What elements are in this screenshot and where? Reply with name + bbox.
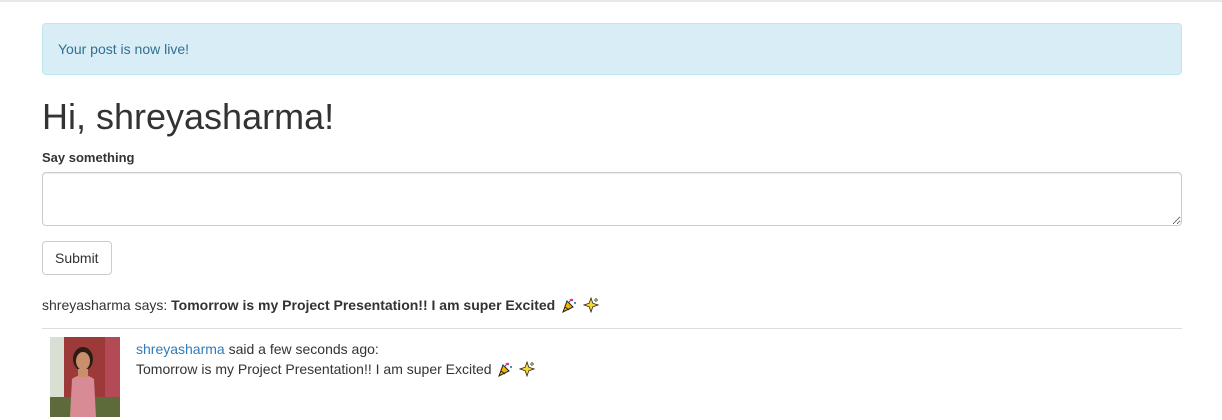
post-time: said a few seconds ago: — [228, 341, 379, 357]
post-content: shreyasharma said a few seconds ago: Tom… — [136, 339, 536, 382]
latest-post-summary: shreyasharma says: Tomorrow is my Projec… — [42, 295, 1182, 329]
alert-message: Your post is now live! — [58, 41, 189, 57]
post-textarea[interactable] — [42, 172, 1182, 226]
post-username-link[interactable]: shreyasharma — [136, 341, 225, 357]
sparkles-icon — [519, 360, 536, 382]
submit-button[interactable]: Submit — [42, 241, 112, 275]
post-header: shreyasharma said a few seconds ago: — [136, 339, 535, 359]
post-text-line: Tomorrow is my Project Presentation!! I … — [136, 359, 536, 382]
post-item: shreyasharma said a few seconds ago: Tom… — [42, 337, 1182, 417]
main-container: Your post is now live! Hi, shreyasharma!… — [42, 23, 1182, 417]
post-label: Say something — [42, 150, 135, 165]
summary-message: Tomorrow is my Project Presentation!! I … — [171, 297, 556, 313]
top-border — [0, 0, 1222, 2]
party-popper-icon — [497, 361, 513, 382]
party-popper-icon — [561, 297, 577, 318]
user-avatar[interactable] — [50, 337, 120, 417]
summary-username: shreyasharma — [42, 297, 131, 313]
sparkles-icon — [582, 296, 600, 318]
success-alert: Your post is now live! — [42, 23, 1182, 75]
post-text: Tomorrow is my Project Presentation!! I … — [136, 361, 492, 377]
summary-says-label: says: — [134, 297, 168, 313]
page-title: Hi, shreyasharma! — [42, 96, 335, 137]
